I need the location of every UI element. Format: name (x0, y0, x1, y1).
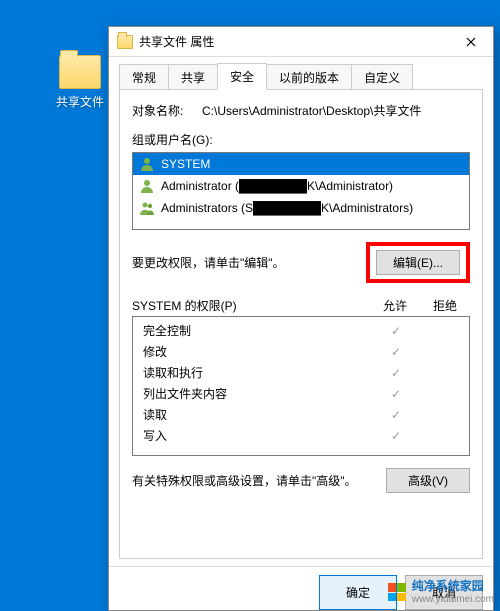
user-icon (139, 178, 155, 194)
object-name-label: 对象名称: (132, 102, 202, 119)
folder-icon (59, 55, 101, 89)
user-icon (139, 156, 155, 172)
object-name-row: 对象名称: C:\Users\Administrator\Desktop\共享文… (132, 102, 470, 119)
tab-security[interactable]: 安全 (217, 63, 267, 90)
object-name-value: C:\Users\Administrator\Desktop\共享文件 (202, 102, 470, 119)
ok-button[interactable]: 确定 (319, 575, 397, 610)
watermark-url: www.yidaimei.com (412, 594, 494, 606)
windows-logo-icon (388, 583, 406, 601)
group-item-administrators[interactable]: Administrators (S████████K\Administrator… (133, 197, 469, 219)
group-item-label: SYSTEM (161, 157, 210, 171)
perm-row: 写入 ✓ (133, 425, 469, 446)
tab-previous[interactable]: 以前的版本 (266, 64, 352, 91)
group-item-label: Administrator (████████K\Administrator) (161, 179, 393, 193)
tab-custom[interactable]: 自定义 (351, 64, 413, 91)
groups-listbox[interactable]: SYSTEM Administrator (████████K\Administ… (132, 152, 470, 230)
group-item-administrator[interactable]: Administrator (████████K\Administrator) (133, 175, 469, 197)
edit-highlight-box: 编辑(E)... (366, 242, 470, 283)
permissions-listbox[interactable]: 完全控制 ✓ 修改 ✓ 读取和执行 ✓ 列出文件夹内容 ✓ 读取 ✓ (132, 316, 470, 456)
perm-name: 读取和执行 (143, 364, 375, 381)
perm-name: 写入 (143, 427, 375, 444)
desktop-folder-icon[interactable]: 共享文件 (50, 55, 110, 110)
edit-hint: 要更改权限，请单击"编辑"。 (132, 254, 285, 271)
permissions-col-allow: 允许 (370, 297, 420, 314)
titlebar: 共享文件 属性 (109, 27, 493, 57)
advanced-hint: 有关特殊权限或高级设置，请单击"高级"。 (132, 472, 357, 489)
perm-allow-check: ✓ (375, 387, 417, 401)
titlebar-folder-icon (117, 35, 133, 49)
perm-row: 读取和执行 ✓ (133, 362, 469, 383)
perm-name: 修改 (143, 343, 375, 360)
tab-general[interactable]: 常规 (119, 64, 169, 91)
perm-allow-check: ✓ (375, 408, 417, 422)
group-item-label: Administrators (S████████K\Administrator… (161, 201, 413, 215)
perm-name: 读取 (143, 406, 375, 423)
watermark: 纯净系统家园 www.yidaimei.com (388, 580, 494, 605)
group-item-system[interactable]: SYSTEM (133, 153, 469, 175)
perm-name: 完全控制 (143, 322, 375, 339)
advanced-button[interactable]: 高级(V) (386, 468, 470, 493)
perm-row: 读取 ✓ (133, 404, 469, 425)
watermark-title: 纯净系统家园 (412, 580, 494, 594)
permissions-header: SYSTEM 的权限(P) (132, 297, 370, 314)
properties-window: 共享文件 属性 常规 共享 安全 以前的版本 自定义 对象名称: C:\User… (108, 26, 494, 611)
perm-row: 列出文件夹内容 ✓ (133, 383, 469, 404)
groups-label: 组或用户名(G): (132, 131, 470, 148)
perm-name: 列出文件夹内容 (143, 385, 375, 402)
perm-allow-check: ✓ (375, 366, 417, 380)
close-icon (466, 37, 476, 47)
edit-button[interactable]: 编辑(E)... (376, 250, 460, 275)
perm-row: 修改 ✓ (133, 341, 469, 362)
window-title: 共享文件 属性 (139, 33, 448, 50)
group-icon (139, 200, 155, 216)
perm-allow-check: ✓ (375, 429, 417, 443)
desktop-folder-label: 共享文件 (50, 93, 110, 110)
perm-row: 完全控制 ✓ (133, 320, 469, 341)
tabstrip: 常规 共享 安全 以前的版本 自定义 (109, 57, 493, 90)
tab-sharing[interactable]: 共享 (168, 64, 218, 91)
perm-allow-check: ✓ (375, 324, 417, 338)
permissions-col-deny: 拒绝 (420, 297, 470, 314)
security-panel: 对象名称: C:\Users\Administrator\Desktop\共享文… (119, 89, 483, 559)
perm-allow-check: ✓ (375, 345, 417, 359)
close-button[interactable] (448, 27, 493, 57)
